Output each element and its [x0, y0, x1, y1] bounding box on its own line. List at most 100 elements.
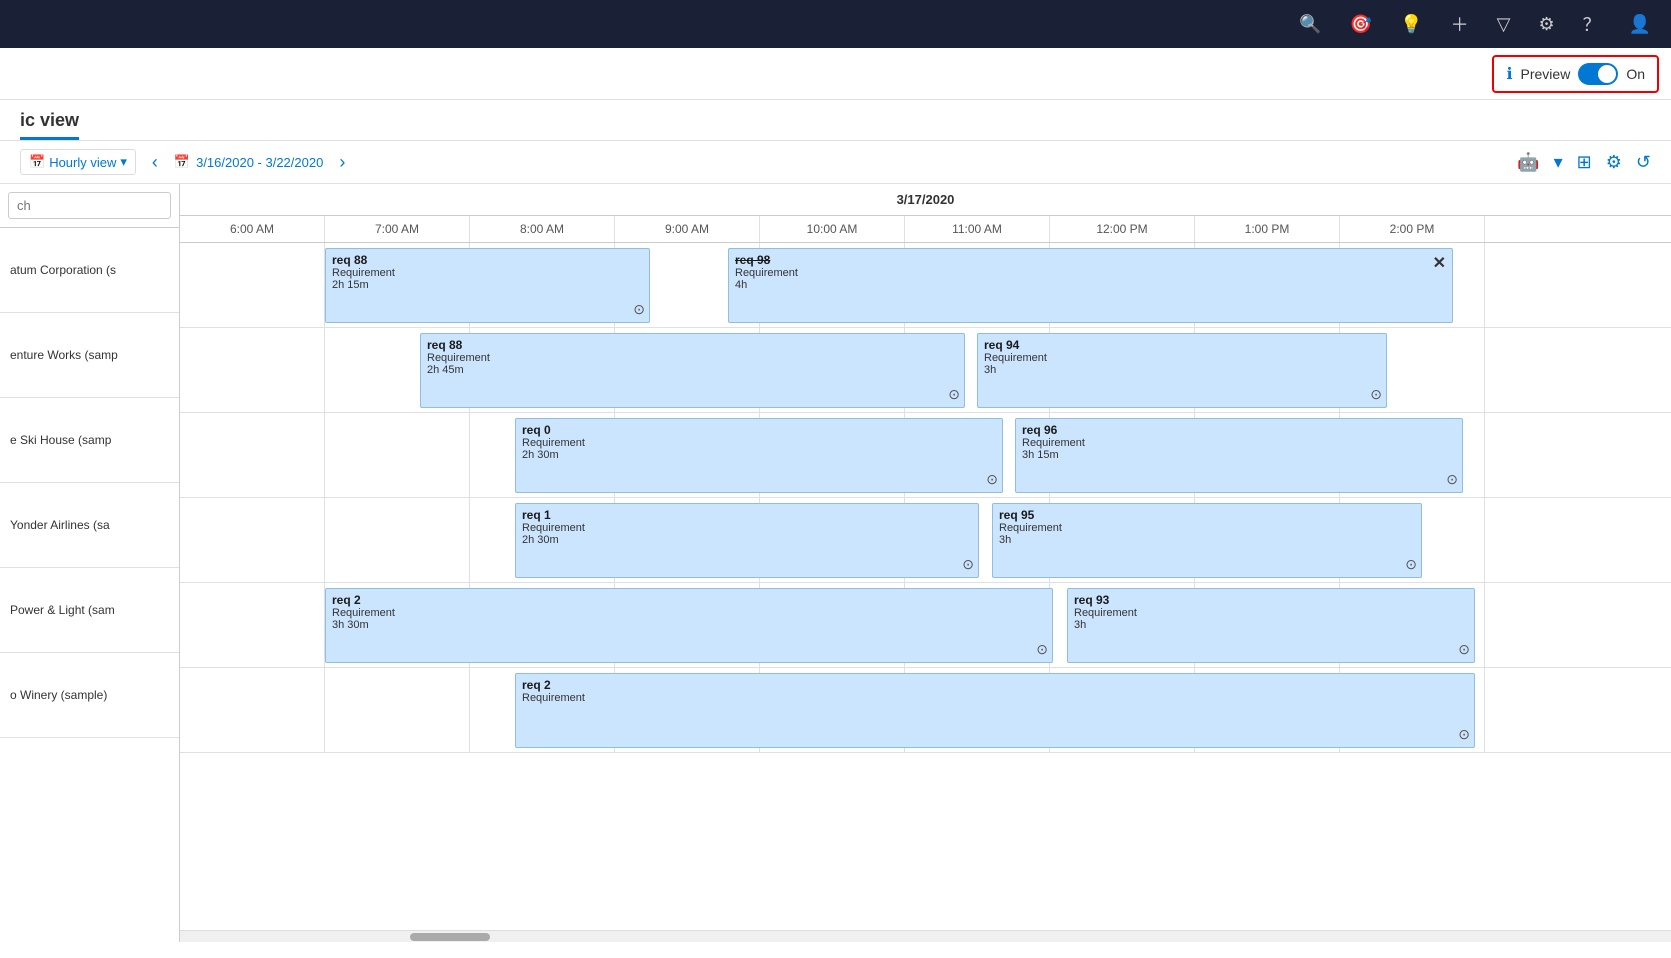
appointment-appt-6[interactable]: req 96Requirement3h 15m⊙: [1015, 418, 1463, 493]
appt-type: Requirement: [522, 437, 996, 449]
date-range: 📅 3/16/2020 - 3/22/2020: [174, 154, 323, 170]
target-icon[interactable]: 🎯: [1350, 14, 1372, 35]
page-title-area: ic view: [0, 100, 1671, 141]
appt-title: req 2: [522, 678, 1468, 692]
appointment-appt-7[interactable]: req 1Requirement2h 30m⊙: [515, 503, 979, 578]
calendar-row-3: req 1Requirement2h 30m⊙req 95Requirement…: [180, 498, 1671, 583]
horizontal-scrollbar[interactable]: [180, 930, 1671, 942]
appt-duration: 4h: [735, 279, 1446, 291]
time-header-row: 6:00 AM 7:00 AM 8:00 AM 9:00 AM 10:00 AM…: [180, 216, 1671, 243]
calendar-area: 3/17/2020 6:00 AM 7:00 AM 8:00 AM 9:00 A…: [180, 184, 1671, 942]
appt-type: Requirement: [522, 692, 1468, 704]
appt-type: Requirement: [332, 267, 643, 279]
preview-label: Preview: [1521, 66, 1571, 82]
appointment-appt-11[interactable]: req 2Requirement ⊙: [515, 673, 1475, 748]
settings-icon[interactable]: ⚙: [1538, 14, 1554, 35]
time-slot-2-0: [180, 413, 325, 497]
refresh-icon[interactable]: ↺: [1636, 152, 1651, 173]
resource-icon[interactable]: 🤖: [1517, 152, 1539, 173]
calendar-row-0: req 88Requirement2h 15m⊙req 98Requiremen…: [180, 243, 1671, 328]
scroll-thumb[interactable]: [410, 933, 490, 941]
appt-title: req 2: [332, 593, 1046, 607]
toolbar: 📅 Hourly view ▾ ‹ 📅 3/16/2020 - 3/22/202…: [0, 141, 1671, 184]
appt-duration: 2h 30m: [522, 449, 996, 461]
appt-duration: 3h: [999, 534, 1415, 546]
grid-icon[interactable]: ⊞: [1577, 152, 1592, 173]
info-icon: ℹ: [1506, 64, 1512, 84]
appointment-appt-8[interactable]: req 95Requirement3h ⊙: [992, 503, 1422, 578]
appt-title: req 88: [332, 253, 643, 267]
search-icon[interactable]: 🔍: [1299, 14, 1321, 35]
settings-icon-2[interactable]: ⚙: [1606, 152, 1622, 173]
sidebar-search-area: [0, 184, 179, 228]
calendar-icon: 📅: [29, 154, 45, 170]
time-header-5: 11:00 AM: [905, 216, 1050, 242]
time-header-7: 1:00 PM: [1195, 216, 1340, 242]
appt-title: req 95: [999, 508, 1415, 522]
calendar-row-2: req 0Requirement2h 30m⊙req 96Requirement…: [180, 413, 1671, 498]
time-header-4: 10:00 AM: [760, 216, 905, 242]
time-header-8: 2:00 PM: [1340, 216, 1485, 242]
chevron-down-icon-2[interactable]: ▾: [1554, 152, 1563, 173]
appointment-appt-5[interactable]: req 0Requirement2h 30m⊙: [515, 418, 1003, 493]
appt-title: req 88: [427, 338, 958, 352]
add-icon[interactable]: ＋: [1451, 11, 1469, 37]
toolbar-right: 🤖 ▾ ⊞ ⚙ ↺: [1517, 152, 1651, 173]
calendar-row-5: req 2Requirement ⊙: [180, 668, 1671, 753]
time-slot-1-0: [180, 328, 325, 412]
appt-duration: 2h 30m: [522, 534, 972, 546]
time-slot-3-0: [180, 498, 325, 582]
appointment-appt-2[interactable]: req 98Requirement4h✕: [728, 248, 1453, 323]
close-icon[interactable]: ✕: [1433, 253, 1446, 273]
date-header: 3/17/2020: [180, 184, 1671, 216]
hourly-view-label: Hourly view: [49, 155, 116, 170]
user-icon[interactable]: 👤: [1629, 14, 1651, 35]
appt-type: Requirement: [1022, 437, 1456, 449]
preview-box: ℹ Preview On: [1492, 55, 1659, 93]
appt-duration: 3h: [984, 364, 1380, 376]
calendar-body: req 88Requirement2h 15m⊙req 98Requiremen…: [180, 243, 1671, 930]
time-header-0: 6:00 AM: [180, 216, 325, 242]
prev-arrow-button[interactable]: ‹: [146, 150, 164, 175]
preview-toggle[interactable]: [1578, 63, 1618, 85]
drag-icon: ⊙: [986, 471, 998, 488]
sidebar: atum Corporation (s enture Works (samp e…: [0, 184, 180, 942]
preview-on-label: On: [1626, 66, 1645, 82]
time-slot-5-1: [325, 668, 470, 752]
hourly-view-button[interactable]: 📅 Hourly view ▾: [20, 149, 136, 175]
time-slot-0-0: [180, 243, 325, 327]
drag-icon: ⊙: [962, 556, 974, 573]
appt-duration: 2h 15m: [332, 279, 643, 291]
sidebar-row-1: enture Works (samp: [0, 313, 179, 398]
appt-duration: 3h: [1074, 619, 1468, 631]
drag-icon: ⊙: [1405, 556, 1417, 573]
drag-icon: ⊙: [948, 386, 960, 403]
sidebar-row-2: e Ski House (samp: [0, 398, 179, 483]
lightbulb-icon[interactable]: 💡: [1400, 14, 1422, 35]
appt-type: Requirement: [1074, 607, 1468, 619]
preview-bar: ℹ Preview On: [0, 48, 1671, 100]
drag-icon: ⊙: [1036, 641, 1048, 658]
appointment-appt-1[interactable]: req 88Requirement2h 15m⊙: [325, 248, 650, 323]
appointment-appt-9[interactable]: req 2Requirement3h 30m⊙: [325, 588, 1053, 663]
drag-icon: ⊙: [1458, 641, 1470, 658]
top-navigation: 🔍 🎯 💡 ＋ ▽ ⚙ ？ 👤: [0, 0, 1671, 48]
appointment-appt-10[interactable]: req 93Requirement3h⊙: [1067, 588, 1475, 663]
sidebar-row-5: o Winery (sample): [0, 653, 179, 738]
search-input[interactable]: [8, 192, 171, 219]
filter-icon[interactable]: ▽: [1497, 14, 1511, 35]
time-slot-3-1: [325, 498, 470, 582]
appt-duration: 3h 15m: [1022, 449, 1456, 461]
help-icon[interactable]: ？: [1583, 11, 1601, 37]
appt-type: Requirement: [984, 352, 1380, 364]
appt-duration: 2h 45m: [427, 364, 958, 376]
time-header-6: 12:00 PM: [1050, 216, 1195, 242]
appointment-appt-3[interactable]: req 88Requirement2h 45m⊙: [420, 333, 965, 408]
drag-icon: ⊙: [1458, 726, 1470, 743]
time-header-2: 8:00 AM: [470, 216, 615, 242]
appointment-appt-4[interactable]: req 94Requirement3h⊙: [977, 333, 1387, 408]
calendar-row-4: req 2Requirement3h 30m⊙req 93Requirement…: [180, 583, 1671, 668]
next-arrow-button[interactable]: ›: [333, 150, 351, 175]
appt-type: Requirement: [999, 522, 1415, 534]
calendar-row-1: req 88 Requirement 2h 45m ⊙ req 94Requiremen…: [180, 328, 1671, 413]
